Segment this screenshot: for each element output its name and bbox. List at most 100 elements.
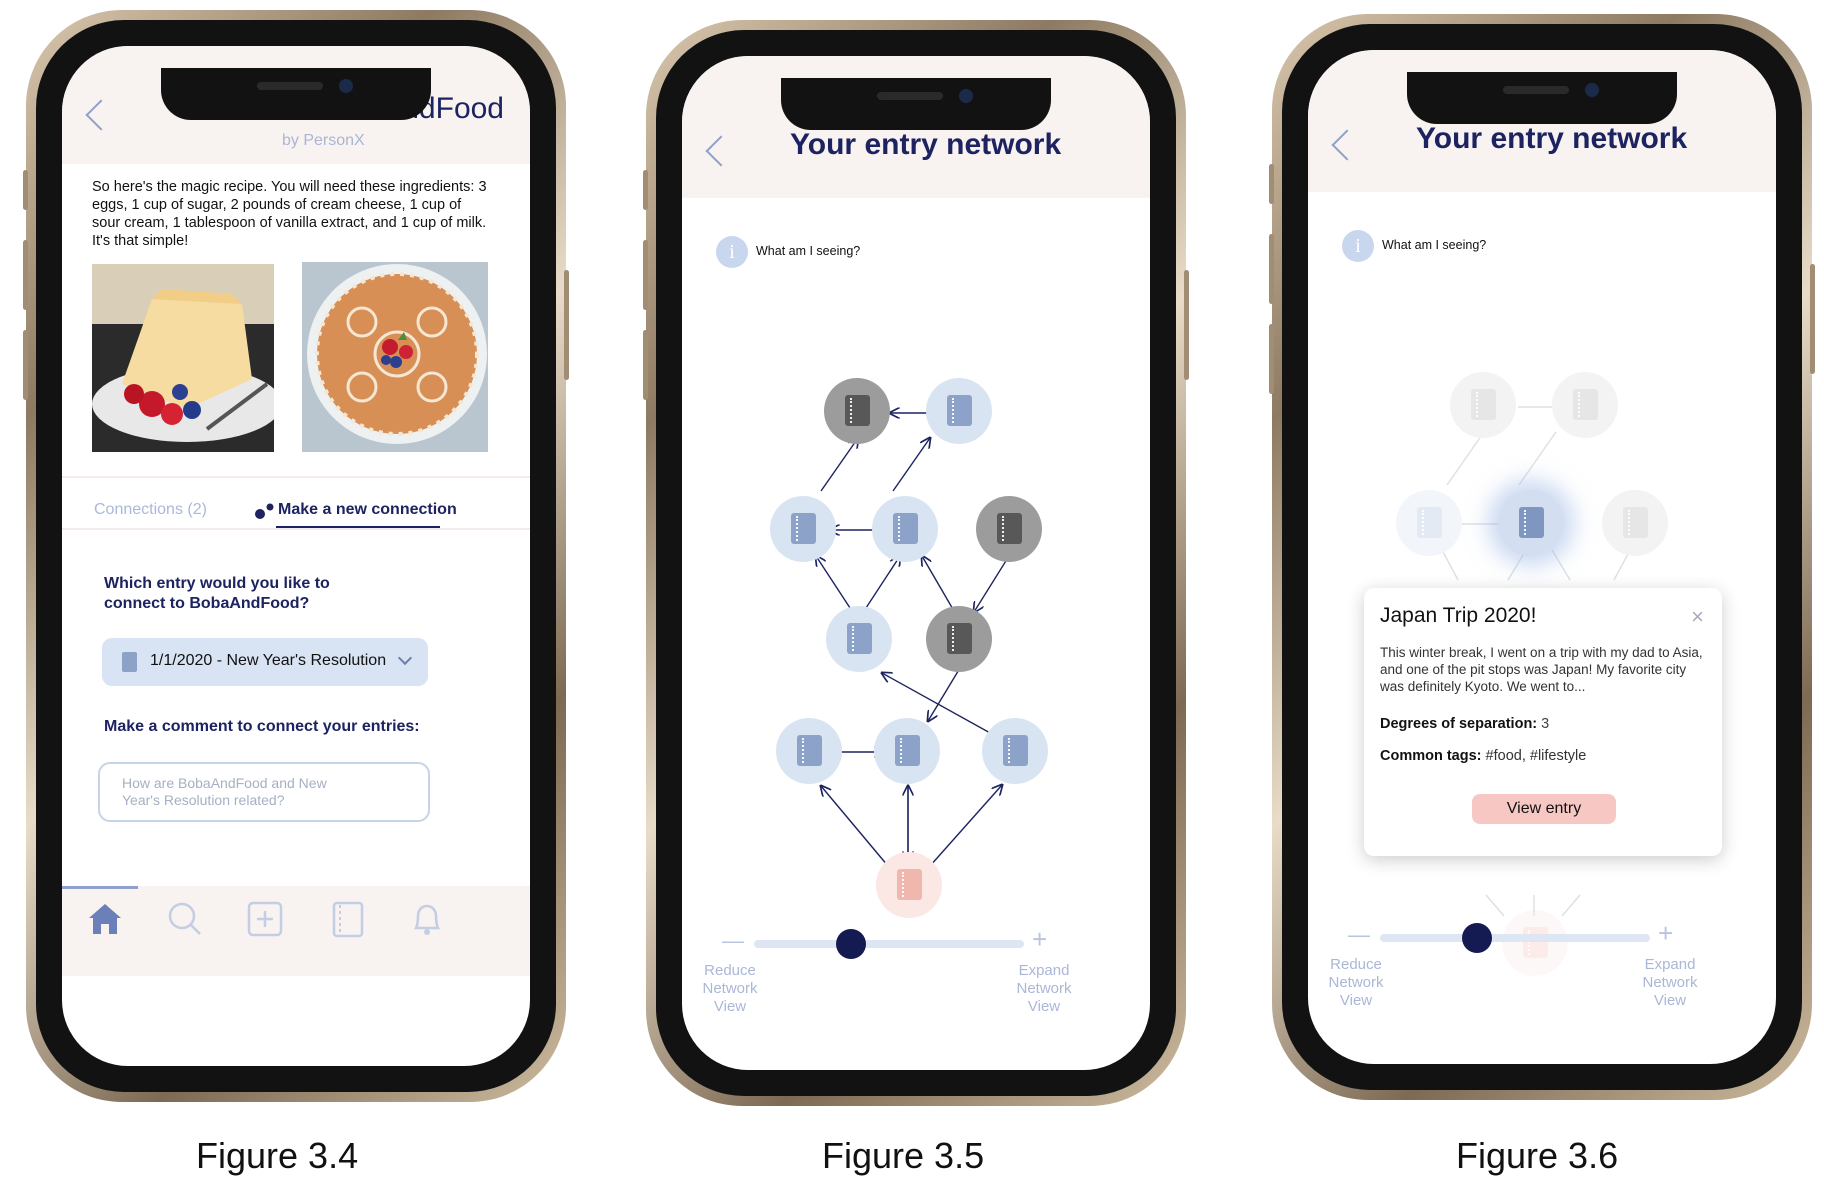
entry-node[interactable]	[976, 496, 1042, 562]
selected-entry-value: 1/1/2020 - New Year's Resolution	[150, 652, 387, 669]
edge-arrow	[929, 785, 1002, 867]
notch	[161, 68, 431, 120]
network-slider-track[interactable]	[754, 940, 1024, 948]
entry-node[interactable]	[1602, 490, 1668, 556]
entry-node[interactable]	[824, 378, 890, 444]
journal-icon[interactable]	[328, 900, 366, 938]
decorated-cheesecake-photo	[302, 262, 488, 452]
current-entry-node[interactable]	[876, 852, 942, 918]
entry-node[interactable]	[770, 496, 836, 562]
phone-volume-down-button	[1269, 324, 1274, 394]
bell-icon[interactable]	[408, 900, 446, 938]
entry-node[interactable]	[874, 718, 940, 784]
entry-node[interactable]	[1450, 372, 1516, 438]
speaker	[877, 92, 943, 100]
home-icon[interactable]	[86, 900, 124, 938]
zoom-in-icon[interactable]: +	[1032, 924, 1047, 955]
entry-node[interactable]	[872, 496, 938, 562]
edge-line	[1441, 549, 1459, 581]
degrees-row: Degrees of separation: 3	[1380, 716, 1549, 732]
phone-bezel: BobaAndFood by PersonX So here's the mag…	[36, 20, 556, 1092]
entry-node[interactable]	[926, 606, 992, 672]
phone-bezel: Your entry network i What am I seeing?	[656, 30, 1176, 1096]
add-icon[interactable]	[246, 900, 284, 938]
card-title: Japan Trip 2020!	[1380, 604, 1537, 627]
new-connection-icon	[254, 502, 276, 520]
tab-make-new-connection[interactable]: Make a new connection	[278, 501, 457, 519]
journal-entry-icon	[122, 652, 137, 672]
phone-side-button	[1269, 164, 1274, 204]
phone-power-button	[564, 270, 569, 380]
search-icon[interactable]	[166, 900, 204, 938]
phone-power-button	[1184, 270, 1189, 380]
reduce-network-label: Reduce Network View	[702, 962, 758, 1015]
speaker	[1503, 86, 1569, 94]
entry-body-text: So here's the magic recipe. You will nee…	[92, 179, 487, 249]
phone-volume-up-button	[643, 240, 648, 310]
tags-label: Common tags:	[1380, 748, 1482, 764]
zoom-in-icon[interactable]: +	[1658, 918, 1673, 949]
phone-volume-down-button	[23, 330, 28, 400]
comment-placeholder: How are BobaAndFood and New Year's Resol…	[122, 775, 327, 808]
current-entry-node[interactable]	[1502, 910, 1568, 976]
network-slider-track[interactable]	[1380, 934, 1650, 942]
cheesecake-slice-illustration	[92, 264, 274, 442]
entry-node[interactable]	[982, 718, 1048, 784]
expand-network-label: Expand Network View	[1016, 962, 1072, 1015]
reduce-network-label: Reduce Network View	[1328, 956, 1384, 1009]
section-divider	[62, 528, 530, 530]
zoom-out-icon[interactable]: —	[1348, 922, 1370, 948]
network-edges	[682, 56, 1011, 867]
front-camera	[959, 89, 973, 103]
entry-node[interactable]	[926, 378, 992, 444]
network-slider-knob[interactable]	[836, 929, 867, 959]
front-camera	[339, 79, 353, 93]
tags-row: Common tags: #food, #lifestyle	[1380, 748, 1586, 764]
view-entry-button[interactable]: View entry	[1472, 794, 1616, 824]
notch	[781, 78, 1051, 130]
entry-preview-card: Japan Trip 2020! × This winter break, I …	[1364, 588, 1722, 856]
degrees-label: Degrees of separation:	[1380, 716, 1538, 732]
screen-fig-3-6: Your entry network i What am I seeing? J…	[1308, 50, 1776, 1064]
close-icon[interactable]: ×	[1691, 604, 1704, 630]
entry-select[interactable]: 1/1/2020 - New Year's Resolution	[102, 638, 428, 686]
entry-node[interactable]	[826, 606, 892, 672]
phone-volume-up-button	[1269, 234, 1274, 304]
edge-arrow	[816, 556, 853, 612]
bottom-tab-bar	[62, 886, 530, 976]
entry-node[interactable]	[1552, 372, 1618, 438]
edge-line	[1551, 549, 1571, 581]
question-label: Which entry would you like to connect to…	[104, 575, 330, 612]
caption-fig-3-6: Figure 3.6	[1456, 1135, 1619, 1176]
decorated-cheesecake-illustration	[302, 262, 488, 452]
chevron-down-icon	[397, 650, 413, 666]
comment-input[interactable]: How are BobaAndFood and New Year's Resol…	[98, 762, 430, 822]
screen-fig-3-4: BobaAndFood by PersonX So here's the mag…	[62, 46, 530, 1066]
tags-value: #food, #lifestyle	[1485, 748, 1587, 764]
edge-line	[1518, 431, 1557, 486]
entry-node[interactable]	[1396, 490, 1462, 556]
edge-arrow	[821, 786, 889, 867]
edge-arrow	[974, 555, 1010, 612]
selected-entry-node[interactable]	[1498, 490, 1564, 556]
degrees-value: 3	[1541, 716, 1550, 732]
phone-power-button	[1810, 264, 1815, 374]
edge-arrow	[820, 438, 858, 492]
network-slider-knob[interactable]	[1462, 923, 1493, 953]
edge-arrow	[863, 556, 900, 612]
phone-bezel: Your entry network i What am I seeing?	[1282, 24, 1802, 1090]
comment-label: Make a comment to connect your entries:	[104, 718, 420, 735]
edge-line	[1561, 894, 1581, 917]
back-chevron-icon[interactable]	[85, 99, 117, 131]
phone-side-button	[643, 170, 648, 210]
phone-volume-down-button	[643, 330, 648, 400]
phone-side-button	[23, 170, 28, 210]
phone-frame-fig-3-4: BobaAndFood by PersonX So here's the mag…	[23, 10, 569, 1102]
phone-frame-fig-3-6: Your entry network i What am I seeing? J…	[1269, 14, 1815, 1100]
edge-line	[1485, 894, 1505, 917]
entry-author[interactable]: by PersonX	[282, 132, 365, 150]
tab-connections[interactable]: Connections (2)	[94, 501, 207, 519]
entry-node[interactable]	[776, 718, 842, 784]
zoom-out-icon[interactable]: —	[722, 928, 744, 954]
edge-arrow	[922, 556, 955, 612]
